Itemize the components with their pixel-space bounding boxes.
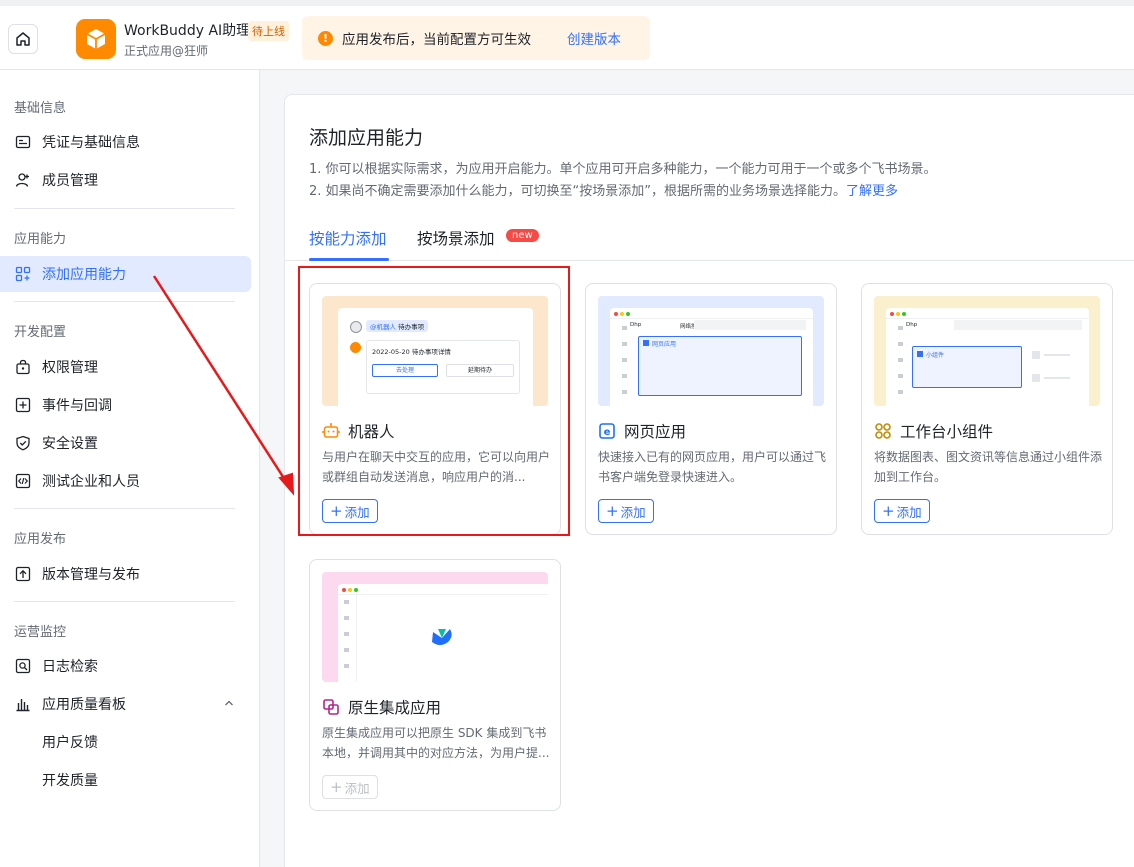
sidebar-item-label: 添加应用能力 <box>42 267 126 283</box>
sidebar-item-label: 开发质量 <box>42 773 98 789</box>
highlight-box <box>298 266 570 536</box>
chevron-up-icon[interactable] <box>223 697 235 709</box>
lock-bag-icon <box>14 358 32 376</box>
new-badge: new <box>506 229 539 242</box>
sidebar-item-logs[interactable]: 日志检索 <box>0 648 251 684</box>
sidebar-item-label: 用户反馈 <box>42 735 98 751</box>
sidebar-item-security[interactable]: 安全设置 <box>0 425 251 461</box>
capability-card-web-app[interactable]: Dhp 网络搜 网页应用 e 网页应用 快速接入已有的网页应用，用户可以通过飞书… <box>585 283 837 535</box>
publish-notice: ! 应用发布后，当前配置方可生效 创建版本 <box>302 16 650 60</box>
log-search-icon <box>14 657 32 675</box>
description-text: 2. 如果尚不确定需要添加什么能力，可切换至“按场景添加”，根据所需的业务场景选… <box>309 184 847 199</box>
top-bar: WorkBuddy AI助理 待上线 正式应用@狂师 ! 应用发布后，当前配置方… <box>0 0 1134 70</box>
code-icon <box>14 472 32 490</box>
tab-by-scenario[interactable]: 按场景添加 <box>417 227 495 249</box>
create-version-link[interactable]: 创建版本 <box>567 28 621 48</box>
sidebar-divider <box>14 601 235 602</box>
card-description: 将数据图表、图文资讯等信息通过小组件添加到工作台。 <box>874 450 1102 484</box>
web-e-icon: e <box>598 422 616 440</box>
description-line-2: 2. 如果尚不确定需要添加什么能力，可切换至“按场景添加”，根据所需的业务场景选… <box>309 180 898 199</box>
home-button[interactable] <box>8 24 38 54</box>
warning-icon: ! <box>318 30 333 46</box>
widget-icon <box>874 422 892 440</box>
sidebar-section-capability: 应用能力 <box>14 232 67 247</box>
plus-icon: + <box>606 501 619 520</box>
sidebar-item-label: 日志检索 <box>42 659 98 675</box>
sidebar-item-add-capability[interactable]: 添加应用能力 <box>0 256 251 292</box>
page-title: 添加应用能力 <box>309 127 424 149</box>
sidebar-item-label: 测试企业和人员 <box>42 474 140 490</box>
shield-icon <box>14 434 32 452</box>
sidebar: 基础信息 凭证与基础信息 成员管理 应用能力 添加应用能力 开发配置 权限管理 … <box>0 70 260 867</box>
sidebar-divider <box>14 508 235 509</box>
plus-icon: + <box>330 777 343 796</box>
tab-bar: 按能力添加 按场景添加 new <box>285 223 1134 261</box>
widget-preview-image: Dhp 小组件 <box>874 296 1100 406</box>
add-widget-button[interactable]: + 添加 <box>874 499 930 523</box>
sidebar-section-monitor: 运营监控 <box>14 625 67 640</box>
plus-icon: + <box>882 501 895 520</box>
sidebar-item-label: 凭证与基础信息 <box>42 135 140 151</box>
box-icon <box>86 29 106 49</box>
sidebar-divider <box>14 301 235 302</box>
lark-logo-icon <box>432 629 452 645</box>
web-app-preview-image: Dhp 网络搜 网页应用 <box>598 296 824 406</box>
svg-text:e: e <box>604 427 611 438</box>
sidebar-item-test-org[interactable]: 测试企业和人员 <box>0 463 251 499</box>
upload-icon <box>14 565 32 583</box>
tab-by-capability[interactable]: 按能力添加 <box>309 227 387 249</box>
sidebar-section-basic: 基础信息 <box>14 101 67 116</box>
learn-more-link[interactable]: 了解更多 <box>846 184 898 199</box>
sidebar-item-label: 事件与回调 <box>42 398 112 414</box>
native-preview-image <box>322 572 548 682</box>
sidebar-item-quality-board[interactable]: 应用质量看板 <box>0 686 251 722</box>
card-title: 工作台小组件 <box>900 423 994 441</box>
sidebar-item-credentials[interactable]: 凭证与基础信息 <box>0 124 251 160</box>
add-web-app-button[interactable]: + 添加 <box>598 499 654 523</box>
notice-text: 应用发布后，当前配置方可生效 <box>342 32 531 48</box>
sidebar-item-user-feedback[interactable]: 用户反馈 <box>0 724 251 760</box>
sidebar-item-label: 权限管理 <box>42 360 98 376</box>
native-icon <box>322 698 340 716</box>
add-grid-icon <box>14 265 32 283</box>
event-icon <box>14 396 32 414</box>
sidebar-item-label: 应用质量看板 <box>42 697 126 713</box>
sidebar-item-dev-quality[interactable]: 开发质量 <box>0 762 251 798</box>
status-badge: 待上线 <box>248 21 289 41</box>
sidebar-item-label: 成员管理 <box>42 173 98 189</box>
sidebar-item-label: 版本管理与发布 <box>42 567 140 583</box>
bar-chart-icon <box>14 695 32 713</box>
card-description: 快速接入已有的网页应用，用户可以通过飞书客户端免登录快速进入。 <box>598 450 826 484</box>
active-tab-indicator <box>309 258 389 261</box>
sidebar-section-dev: 开发配置 <box>14 325 67 340</box>
card-description: 原生集成应用可以把原生 SDK 集成到飞书本地，并调用其中的对应方法，为用户提.… <box>322 726 550 760</box>
credential-icon <box>14 133 32 151</box>
sidebar-item-events[interactable]: 事件与回调 <box>0 387 251 423</box>
card-title: 原生集成应用 <box>348 699 442 717</box>
sidebar-section-publish: 应用发布 <box>14 532 67 547</box>
add-native-button[interactable]: + 添加 <box>322 775 378 799</box>
home-icon <box>16 32 30 46</box>
description-line-1: 1. 你可以根据实际需求，为应用开启能力。单个应用可开启多种能力，一个能力可用于… <box>309 162 937 177</box>
app-name: WorkBuddy AI助理 <box>124 23 251 39</box>
capability-card-native[interactable]: 原生集成应用 原生集成应用可以把原生 SDK 集成到飞书本地，并调用其中的对应方… <box>309 559 561 811</box>
sidebar-item-versions[interactable]: 版本管理与发布 <box>0 556 251 592</box>
capability-card-widget[interactable]: Dhp 小组件 工作台小组件 将数据图表、图文资讯等信息通过小组件添加到工作台。… <box>861 283 1113 535</box>
sidebar-item-members[interactable]: 成员管理 <box>0 162 251 198</box>
card-title: 网页应用 <box>624 423 687 441</box>
app-logo <box>76 19 116 59</box>
sidebar-item-label: 安全设置 <box>42 436 98 452</box>
member-icon <box>14 171 32 189</box>
sidebar-item-permissions[interactable]: 权限管理 <box>0 349 251 385</box>
app-subtitle: 正式应用@狂师 <box>124 44 209 58</box>
sidebar-divider <box>14 208 235 209</box>
